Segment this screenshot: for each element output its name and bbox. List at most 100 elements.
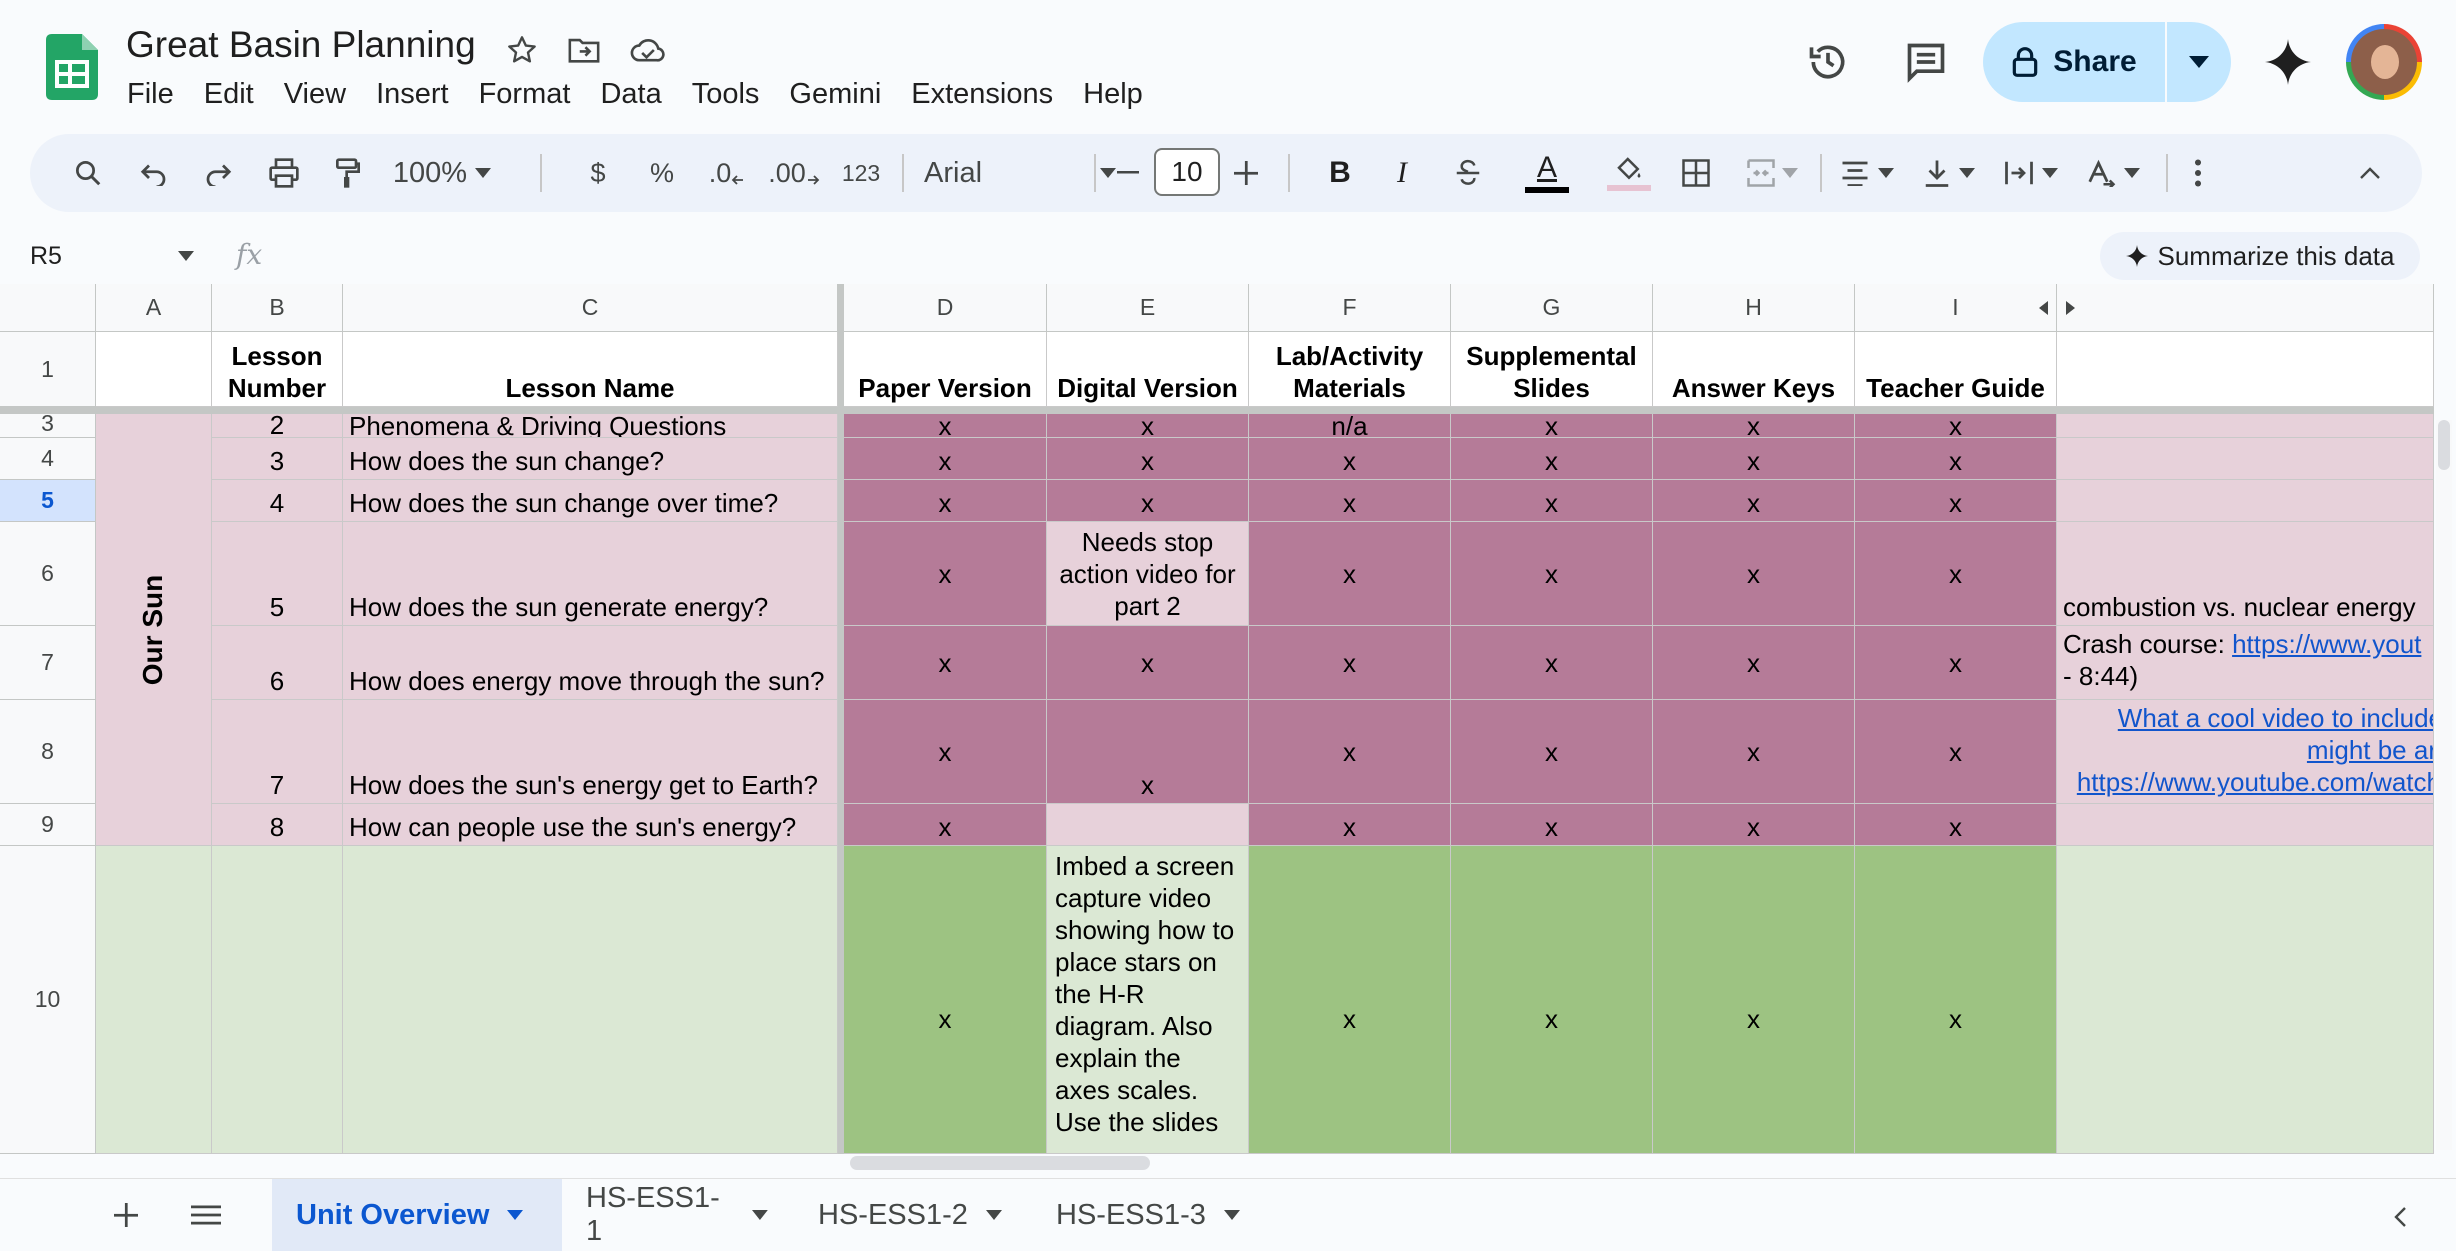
- cell-g1[interactable]: Supplemental Slides: [1451, 332, 1653, 407]
- row-header-4[interactable]: 4: [0, 438, 96, 480]
- menu-data[interactable]: Data: [585, 74, 676, 114]
- cell-h4[interactable]: x: [1653, 438, 1855, 480]
- column-header-j[interactable]: [2057, 284, 2434, 332]
- sheet-tab-hs-ess1-1[interactable]: HS-ESS1-1: [562, 1179, 792, 1251]
- vertical-scrollbar-thumb[interactable]: [2438, 420, 2450, 470]
- crash-course-link[interactable]: https://www.yout: [2232, 629, 2421, 659]
- cell-h10[interactable]: x: [1653, 846, 1855, 1154]
- cell-j8[interactable]: What a cool video to include might be ar…: [2057, 700, 2434, 804]
- cell-i3[interactable]: x: [1855, 414, 2057, 438]
- cell-c4[interactable]: How does the sun change?: [343, 438, 838, 480]
- cell-c6[interactable]: How does the sun generate energy?: [343, 522, 838, 626]
- horizontal-scrollbar-thumb[interactable]: [850, 1156, 1150, 1170]
- cell-f1[interactable]: Lab/Activity Materials: [1249, 332, 1451, 407]
- cell-j3[interactable]: [2057, 414, 2434, 438]
- cell-f8[interactable]: x: [1249, 700, 1451, 804]
- text-rotation-button[interactable]: [2078, 134, 2148, 212]
- cell-b1[interactable]: Lesson Number: [212, 332, 343, 407]
- menu-view[interactable]: View: [269, 74, 361, 114]
- cell-b4[interactable]: 3: [212, 438, 343, 480]
- cell-d3[interactable]: x: [844, 414, 1047, 438]
- column-header-g[interactable]: G: [1451, 284, 1653, 332]
- cell-i5[interactable]: x: [1855, 480, 2057, 522]
- menu-tools[interactable]: Tools: [677, 74, 775, 114]
- cell-e6[interactable]: Needs stop action video for part 2: [1047, 522, 1249, 626]
- search-menus-icon[interactable]: [68, 134, 108, 212]
- document-title[interactable]: Great Basin Planning: [126, 24, 476, 66]
- cell-e8[interactable]: x: [1047, 700, 1249, 804]
- row-header-7[interactable]: 7: [0, 626, 96, 700]
- cell-d6[interactable]: x: [844, 522, 1047, 626]
- column-header-i[interactable]: I: [1855, 284, 2057, 332]
- percent-format-button[interactable]: %: [642, 134, 682, 212]
- row-header-10[interactable]: 10: [0, 846, 96, 1154]
- italic-button[interactable]: I: [1382, 134, 1422, 212]
- cell-c5[interactable]: How does the sun change over time?: [343, 480, 838, 522]
- sheet-tab-hs-ess1-2[interactable]: HS-ESS1-2: [794, 1179, 1026, 1251]
- summarize-data-button[interactable]: Summarize this data: [2100, 232, 2420, 280]
- cell-f10[interactable]: x: [1249, 846, 1451, 1154]
- row-header-1[interactable]: 1: [0, 332, 96, 407]
- cell-f3[interactable]: n/a: [1249, 414, 1451, 438]
- collapse-menus-icon[interactable]: [2350, 134, 2390, 212]
- decrease-decimal-button[interactable]: .0: [702, 134, 752, 212]
- sheets-logo-icon[interactable]: [46, 34, 98, 100]
- cell-b3[interactable]: 2: [212, 414, 343, 438]
- column-header-h[interactable]: H: [1653, 284, 1855, 332]
- cell-b8[interactable]: 7: [212, 700, 343, 804]
- font-size-input[interactable]: 10: [1154, 148, 1220, 196]
- add-sheet-icon[interactable]: [108, 1197, 144, 1233]
- cell-f9[interactable]: x: [1249, 804, 1451, 846]
- row-header-3[interactable]: 3: [0, 410, 96, 438]
- merge-cells-button[interactable]: [1742, 134, 1802, 212]
- cell-c7[interactable]: How does energy move through the sun?: [343, 626, 838, 700]
- paint-format-icon[interactable]: [328, 134, 368, 212]
- cell-j1[interactable]: [2057, 332, 2434, 407]
- cell-i4[interactable]: x: [1855, 438, 2057, 480]
- menu-format[interactable]: Format: [464, 74, 586, 114]
- cell-e7[interactable]: x: [1047, 626, 1249, 700]
- cell-c10[interactable]: [343, 846, 838, 1154]
- cell-h9[interactable]: x: [1653, 804, 1855, 846]
- cell-d5[interactable]: x: [844, 480, 1047, 522]
- cell-b9[interactable]: 8: [212, 804, 343, 846]
- sheet-tab-unit-overview[interactable]: Unit Overview: [272, 1179, 562, 1251]
- cell-i10[interactable]: x: [1855, 846, 2057, 1154]
- cell-e10[interactable]: Imbed a screen capture video showing how…: [1047, 846, 1249, 1154]
- cell-h3[interactable]: x: [1653, 414, 1855, 438]
- cool-video-link-line2[interactable]: might be ar: [2307, 734, 2433, 766]
- text-color-button[interactable]: A: [1522, 134, 1572, 212]
- cell-i8[interactable]: x: [1855, 700, 2057, 804]
- cell-a3-merged-group[interactable]: Our Sun: [96, 414, 212, 846]
- vertical-align-button[interactable]: [1914, 134, 1984, 212]
- cell-g10[interactable]: x: [1451, 846, 1653, 1154]
- more-options-icon[interactable]: [2178, 134, 2218, 212]
- cell-g7[interactable]: x: [1451, 626, 1653, 700]
- scroll-left-arrow-icon[interactable]: [2030, 284, 2057, 332]
- cell-a10[interactable]: [96, 846, 212, 1154]
- more-formats-button[interactable]: 123: [836, 134, 886, 212]
- share-button[interactable]: Share: [1983, 22, 2165, 102]
- cell-i9[interactable]: x: [1855, 804, 2057, 846]
- column-header-b[interactable]: B: [212, 284, 343, 332]
- cell-g5[interactable]: x: [1451, 480, 1653, 522]
- cell-g4[interactable]: x: [1451, 438, 1653, 480]
- cell-e3[interactable]: x: [1047, 414, 1249, 438]
- comments-icon[interactable]: [1900, 36, 1952, 88]
- cell-h8[interactable]: x: [1653, 700, 1855, 804]
- increase-font-size-icon[interactable]: [1226, 134, 1266, 212]
- cell-f5[interactable]: x: [1249, 480, 1451, 522]
- cell-c9[interactable]: How can people use the sun's energy?: [343, 804, 838, 846]
- cell-f7[interactable]: x: [1249, 626, 1451, 700]
- font-family-select[interactable]: Arial: [910, 134, 1130, 212]
- gemini-icon[interactable]: [2262, 36, 2314, 88]
- menu-edit[interactable]: Edit: [189, 74, 269, 114]
- cell-i6[interactable]: x: [1855, 522, 2057, 626]
- cell-g8[interactable]: x: [1451, 700, 1653, 804]
- menu-gemini[interactable]: Gemini: [774, 74, 896, 114]
- cell-j7[interactable]: Crash course: https://www.yout - 8:44): [2057, 626, 2434, 700]
- text-wrapping-button[interactable]: [1996, 134, 2066, 212]
- cell-h6[interactable]: x: [1653, 522, 1855, 626]
- increase-decimal-button[interactable]: .00: [764, 134, 824, 212]
- cell-h1[interactable]: Answer Keys: [1653, 332, 1855, 407]
